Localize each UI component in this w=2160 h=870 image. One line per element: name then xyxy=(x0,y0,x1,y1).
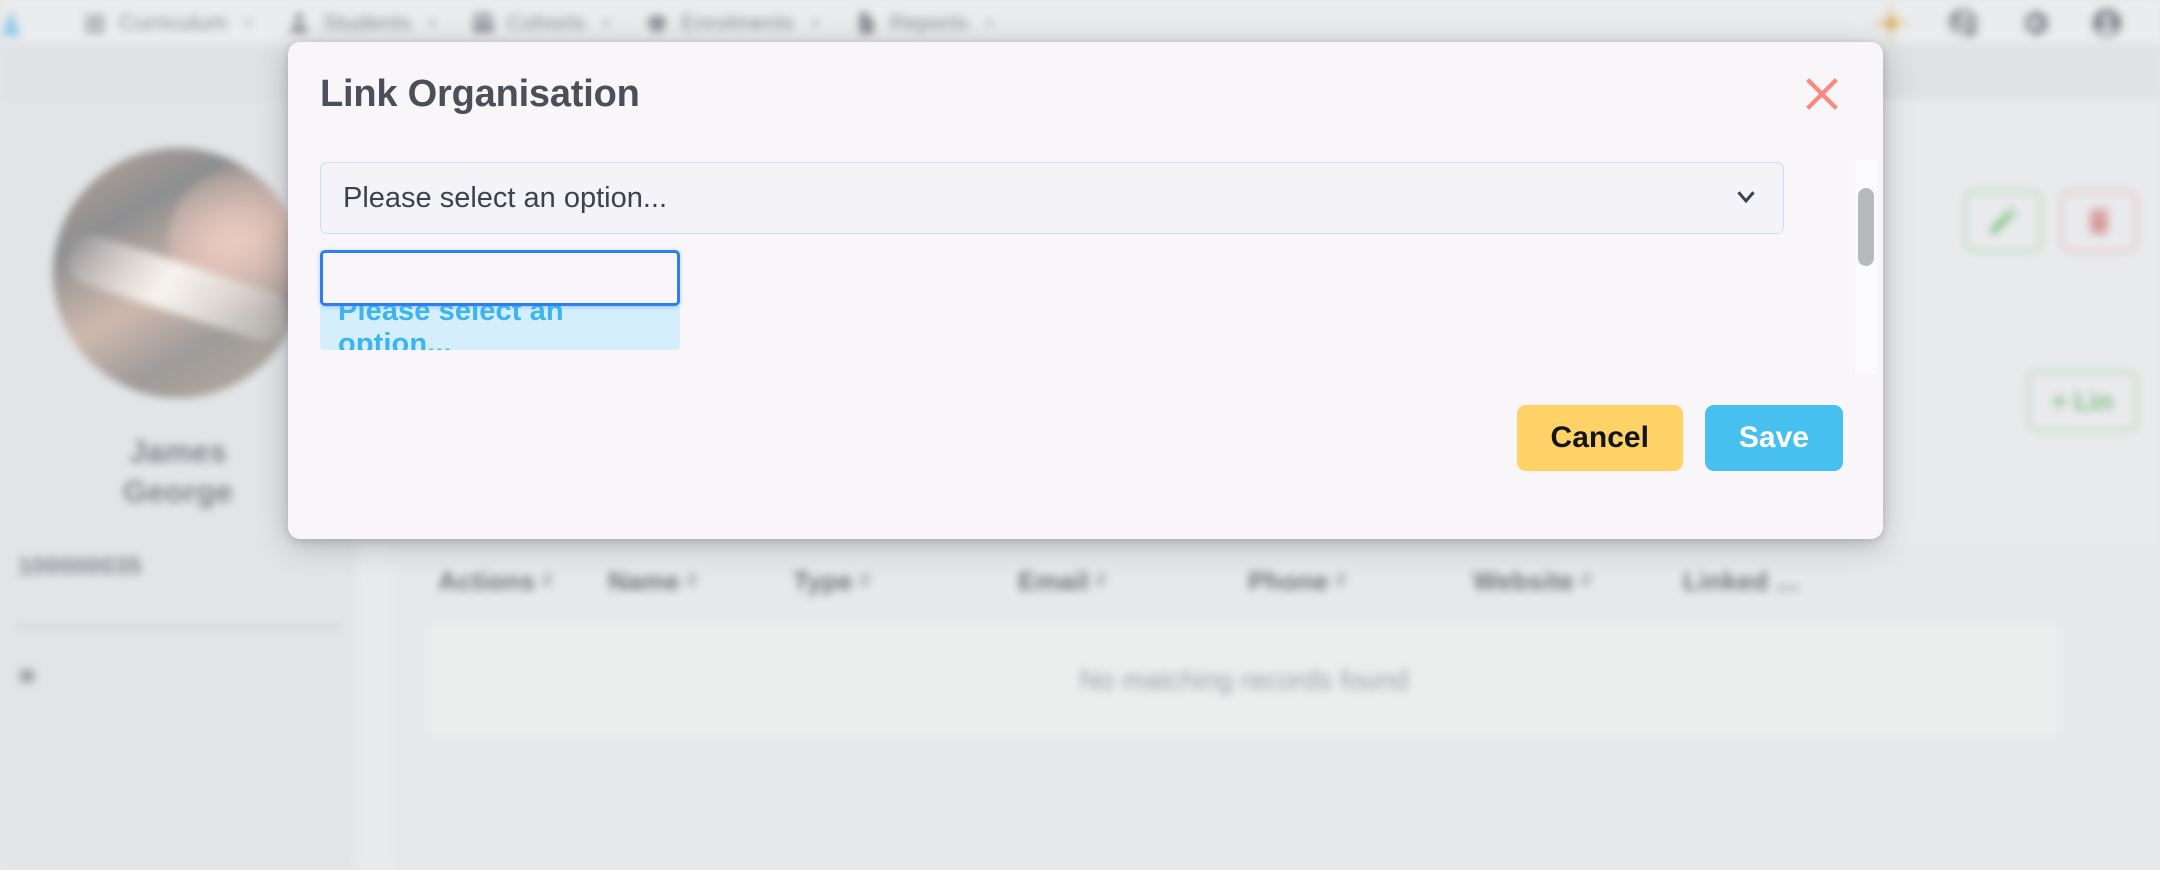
nav-right-icons xyxy=(1874,5,2160,40)
account-circle-icon[interactable] xyxy=(2090,6,2124,40)
nav-item-students[interactable]: Students ▾ xyxy=(286,10,436,36)
table-header-row: Actions ⇵ Name ⇵ Type ⇵ Email ⇵ Phone ⇵ Websi… xyxy=(392,549,2160,613)
nav-label-students: Students xyxy=(322,9,412,35)
chevron-down-icon-enrolments: ▾ xyxy=(812,14,819,30)
globe-icon[interactable] xyxy=(1946,6,1980,40)
sort-icon[interactable]: ⇵ xyxy=(680,572,704,589)
pencil-icon xyxy=(1990,208,2016,234)
close-icon[interactable] xyxy=(1799,71,1845,117)
top-navigation-bar: Curriculum ▾ Students ▾ Cohorts ▾ Enrolm… xyxy=(0,0,2160,46)
save-button[interactable]: Save xyxy=(1704,404,1843,471)
edit-button[interactable] xyxy=(1964,190,2042,252)
sort-icon[interactable]: ⇵ xyxy=(535,572,559,589)
graduation-cap-icon xyxy=(644,10,670,36)
sort-icon[interactable]: ⇵ xyxy=(1574,572,1598,589)
organisation-select-value: Please select an option... xyxy=(343,181,668,214)
panel-marker xyxy=(20,670,34,683)
modal-footer: Cancel Save xyxy=(288,376,1883,539)
nav-item-cohorts[interactable]: Cohorts ▾ xyxy=(470,10,610,36)
sort-icon[interactable]: ⇵ xyxy=(1329,572,1353,589)
column-header-linked[interactable]: Linked ... xyxy=(1683,566,1799,597)
group-icon xyxy=(470,10,496,36)
link-organisation-modal: Link Organisation Please select an optio… xyxy=(288,42,1883,539)
nav-label-curriculum: Curriculum xyxy=(119,9,228,35)
person-icon xyxy=(286,10,312,36)
document-icon xyxy=(853,10,879,36)
empty-message: No matching records found xyxy=(1079,664,1409,695)
organisations-table: Actions ⇵ Name ⇵ Type ⇵ Email ⇵ Phone ⇵ Websi… xyxy=(392,548,2160,870)
dropdown-search-input[interactable] xyxy=(320,250,680,306)
organisation-dropdown: Please select an option... xyxy=(320,250,680,350)
chevron-down-icon-students: ▾ xyxy=(429,14,436,30)
avatar xyxy=(53,148,303,398)
nav-label-enrolments: Enrolments xyxy=(680,9,795,35)
brand-logo-icon[interactable] xyxy=(0,6,30,40)
sort-icon[interactable]: ⇵ xyxy=(853,572,877,589)
chevron-down-icon xyxy=(1731,181,1761,216)
link-button-label: + Lin xyxy=(2051,385,2113,416)
column-header-actions[interactable]: Actions ⇵ xyxy=(438,566,608,597)
column-header-phone[interactable]: Phone ⇵ xyxy=(1248,566,1473,597)
nav-item-enrolments[interactable]: Enrolments ▾ xyxy=(644,10,819,36)
table-empty-state: No matching records found xyxy=(428,625,2060,735)
student-id: 100000035 xyxy=(18,553,142,581)
cancel-button[interactable]: Cancel xyxy=(1516,404,1683,471)
column-header-type[interactable]: Type ⇵ xyxy=(793,566,1018,597)
delete-button[interactable] xyxy=(2060,190,2138,252)
nav-label-reports: Reports xyxy=(889,9,969,35)
nav-label-cohorts: Cohorts xyxy=(506,9,586,35)
sun-icon[interactable] xyxy=(1874,5,1908,40)
gear-icon[interactable] xyxy=(2018,6,2052,40)
sort-icon[interactable]: ⇵ xyxy=(1089,572,1113,589)
nav-item-curriculum[interactable]: Curriculum ▾ xyxy=(82,10,252,36)
column-header-name[interactable]: Name ⇵ xyxy=(608,566,793,597)
chevron-down-icon-cohorts: ▾ xyxy=(603,14,610,30)
modal-title: Link Organisation xyxy=(320,72,640,115)
column-header-website[interactable]: Website ⇵ xyxy=(1473,566,1683,597)
modal-scrollbar[interactable] xyxy=(1855,160,1877,374)
modal-body: Please select an option... Please select… xyxy=(288,146,1883,376)
modal-scrollbar-thumb[interactable] xyxy=(1858,188,1874,266)
record-action-buttons xyxy=(1964,190,2138,252)
link-organisation-button[interactable]: + Lin xyxy=(2026,370,2138,432)
trash-icon xyxy=(2089,208,2109,234)
nav-item-reports[interactable]: Reports ▾ xyxy=(853,10,993,36)
dropdown-option-list: Please select an option... xyxy=(320,306,680,350)
chevron-down-icon-reports: ▾ xyxy=(986,14,993,30)
modal-header: Link Organisation xyxy=(288,42,1883,146)
dropdown-option-placeholder[interactable]: Please select an option... xyxy=(320,306,680,350)
primary-nav-items: Curriculum ▾ Students ▾ Cohorts ▾ Enrolm… xyxy=(82,10,993,36)
column-header-email[interactable]: Email ⇵ xyxy=(1018,566,1248,597)
list-icon xyxy=(82,10,108,36)
organisation-select[interactable]: Please select an option... xyxy=(320,162,1784,234)
chevron-down-icon-curriculum: ▾ xyxy=(245,14,252,30)
divider xyxy=(18,625,338,629)
